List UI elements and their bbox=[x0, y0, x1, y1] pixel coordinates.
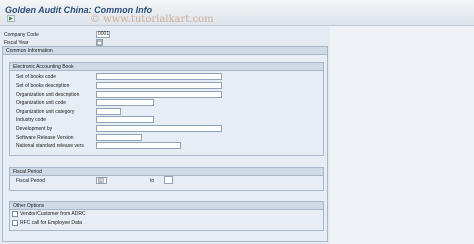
vendor-customer-adrc-checkbox[interactable] bbox=[12, 211, 18, 217]
title-bar: Golden Audit China: Common Info © www.tu… bbox=[0, 0, 474, 26]
rfc-employee-data-checkbox[interactable] bbox=[12, 220, 18, 226]
accounting-book-title: Electronic Accounting Book bbox=[13, 64, 74, 70]
software-release-version-label: Software Release Version bbox=[16, 135, 74, 141]
calendar-icon[interactable] bbox=[97, 40, 102, 45]
set-of-books-description-input[interactable] bbox=[96, 82, 222, 89]
fiscal-period-to-input[interactable] bbox=[164, 176, 173, 184]
development-by-label: Development by bbox=[16, 126, 53, 132]
org-unit-description-input[interactable] bbox=[96, 91, 222, 98]
company-code-label: Company Code bbox=[4, 32, 39, 38]
fiscal-period-from-input[interactable] bbox=[96, 177, 107, 184]
common-info-header: Common Information bbox=[3, 47, 327, 55]
execute-icon[interactable] bbox=[7, 15, 15, 22]
fiscal-period-title: Fiscal Period bbox=[13, 169, 42, 175]
watermark: © www.tutorialkart.com bbox=[90, 14, 214, 25]
org-unit-code-label: Organization unit code bbox=[16, 100, 67, 106]
set-of-books-description-label: Set of books description bbox=[16, 83, 70, 89]
search-help-icon[interactable] bbox=[98, 178, 104, 183]
fiscal-year-input[interactable] bbox=[96, 39, 103, 46]
org-unit-category-label: Organization unit category bbox=[16, 109, 75, 115]
set-of-books-code-input[interactable] bbox=[96, 73, 222, 80]
national-standard-release-label: National standard release vers bbox=[16, 143, 84, 149]
fiscal-period-to-label: to bbox=[150, 178, 155, 184]
national-standard-release-input[interactable] bbox=[96, 142, 181, 149]
accounting-book-header: Electronic Accounting Book bbox=[10, 63, 323, 71]
industry-code-label: Industry code bbox=[16, 117, 47, 123]
rfc-employee-data-label: RFC call for Employee Data bbox=[20, 220, 82, 226]
fiscal-period-label: Fiscal Period bbox=[16, 178, 45, 184]
vendor-customer-adrc-label: Vendor/Customer from ADRC bbox=[20, 211, 86, 217]
org-unit-category-input[interactable] bbox=[96, 108, 121, 115]
org-unit-description-label: Organization unit description bbox=[16, 92, 80, 98]
company-code-input[interactable]: 0001 bbox=[96, 31, 110, 38]
fiscal-period-header: Fiscal Period bbox=[10, 168, 323, 176]
org-unit-code-input[interactable] bbox=[96, 99, 154, 106]
set-of-books-code-label: Set of books code bbox=[16, 74, 57, 80]
industry-code-input[interactable] bbox=[96, 116, 154, 123]
development-by-input[interactable] bbox=[96, 125, 222, 132]
software-release-version-input[interactable] bbox=[96, 134, 142, 141]
common-info-title: Common Information bbox=[6, 48, 53, 54]
other-options-header: Other Options bbox=[10, 202, 323, 210]
other-options-title: Other Options bbox=[13, 203, 45, 209]
